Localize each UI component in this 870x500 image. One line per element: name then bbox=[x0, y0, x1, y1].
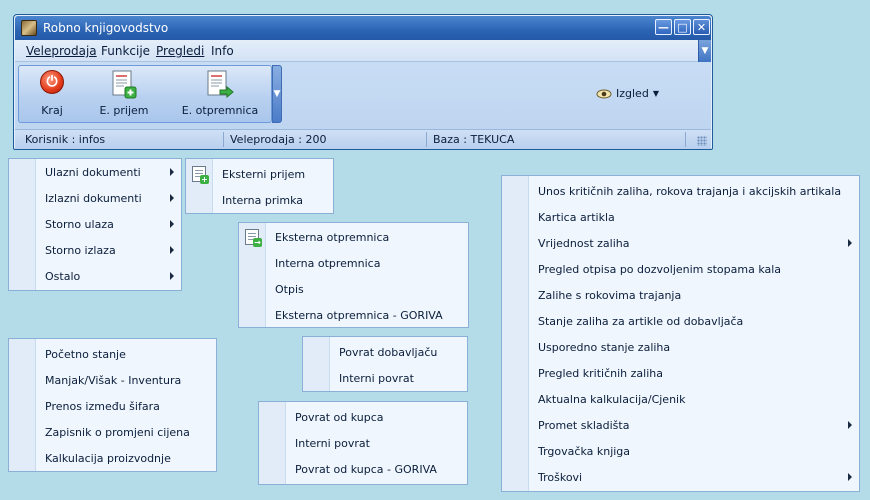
app-icon bbox=[21, 20, 37, 36]
status-korisnik: Korisnik : infos bbox=[25, 133, 106, 146]
submenu-arrow-icon bbox=[170, 220, 174, 228]
menu-item-aktualna-kalkulacija[interactable]: Aktualna kalkulacija/Cjenik bbox=[502, 386, 859, 412]
submenu-arrow-icon bbox=[170, 272, 174, 280]
dropdown-arrow-icon: ▼ bbox=[652, 89, 659, 98]
submenu-arrow-icon bbox=[170, 246, 174, 254]
window-title: Robno knjigovodstvo bbox=[43, 21, 169, 35]
document-add-icon: + bbox=[192, 166, 209, 184]
izgled-dropdown[interactable]: Izgled ▼ bbox=[596, 87, 659, 100]
toolbar-overflow-chevron-icon[interactable]: ▼ bbox=[272, 65, 282, 123]
menu-item-eksterna-otpremnica[interactable]: → Eksterna otpremnica bbox=[239, 224, 468, 250]
menu-storno-izlaza: Povrat od kupca Interni povrat Povrat od… bbox=[258, 401, 468, 485]
menu-item-unos-kriticnih-zaliha[interactable]: Unos kritičnih zaliha, rokova trajanja i… bbox=[502, 178, 859, 204]
menu-item-interni-povrat[interactable]: Interni povrat bbox=[259, 430, 467, 456]
maximize-button[interactable]: □ bbox=[674, 19, 691, 35]
e-prijem-button[interactable]: E. prijem bbox=[91, 66, 157, 122]
menu-item-zapisnik-o-promjeni-cijena[interactable]: Zapisnik o promjeni cijena bbox=[9, 419, 216, 445]
main-window: Robno knjigovodstvo — □ ✕ Veleprodaja Fu… bbox=[13, 14, 713, 150]
resize-grip-icon[interactable] bbox=[697, 136, 707, 146]
menu-pregledi: Unos kritičnih zaliha, rokova trajanja i… bbox=[501, 175, 860, 492]
menu-item-promet-skladista[interactable]: Promet skladišta bbox=[502, 412, 859, 438]
izgled-label: Izgled bbox=[616, 87, 649, 100]
e-prijem-label: E. prijem bbox=[99, 104, 149, 117]
menu-item-pregled-kriticnih-zaliha[interactable]: Pregled kritičnih zaliha bbox=[502, 360, 859, 386]
document-add-icon bbox=[112, 70, 137, 99]
eye-icon bbox=[596, 89, 612, 98]
submenu-arrow-icon bbox=[170, 168, 174, 176]
menu-item-zalihe-s-rokovima-trajanja[interactable]: Zalihe s rokovima trajanja bbox=[502, 282, 859, 308]
menu-pregledi[interactable]: Pregledi bbox=[156, 44, 204, 58]
e-otpremnica-label: E. otpremnica bbox=[181, 104, 259, 117]
menu-item-trgovacka-knjiga[interactable]: Trgovačka knjiga bbox=[502, 438, 859, 464]
menu-item-eksterni-prijem[interactable]: + Eksterni prijem bbox=[186, 161, 333, 187]
menu-item-povrat-dobavljacu[interactable]: Povrat dobavljaču bbox=[303, 339, 467, 365]
submenu-arrow-icon bbox=[170, 194, 174, 202]
menu-item-povrat-od-kupca[interactable]: Povrat od kupca bbox=[259, 404, 467, 430]
kraj-label: Kraj bbox=[41, 104, 63, 117]
submenu-arrow-icon bbox=[848, 421, 852, 429]
document-send-icon: → bbox=[245, 229, 262, 247]
menu-item-pocetno-stanje[interactable]: Početno stanje bbox=[9, 341, 216, 367]
status-bar: Korisnik : infos Veleprodaja : 200 Baza … bbox=[15, 129, 711, 149]
menu-info[interactable]: Info bbox=[211, 44, 234, 58]
menu-ostalo: Početno stanje Manjak/Višak - Inventura … bbox=[8, 338, 217, 472]
menu-item-povrat-od-kupca-goriva[interactable]: Povrat od kupca - GORIVA bbox=[259, 456, 467, 482]
submenu-arrow-icon bbox=[848, 239, 852, 247]
menu-item-troskovi[interactable]: Troškovi bbox=[502, 464, 859, 490]
kraj-button[interactable]: ⏻ Kraj bbox=[27, 66, 77, 122]
status-veleprodaja: Veleprodaja : 200 bbox=[230, 133, 327, 146]
e-otpremnica-button[interactable]: E. otpremnica bbox=[175, 66, 265, 122]
menu-item-otpis[interactable]: Otpis bbox=[239, 276, 468, 302]
toolbar: ⏻ Kraj E. prijem E. otpremnica bbox=[18, 65, 272, 123]
menu-ulazni-dokumenti: + Eksterni prijem Interna primka bbox=[185, 158, 334, 214]
minimize-button[interactable]: — bbox=[655, 19, 672, 35]
menu-funkcije[interactable]: Funkcije bbox=[101, 44, 150, 58]
menu-storno-ulaza: Povrat dobavljaču Interni povrat bbox=[302, 336, 468, 392]
menu-item-eksterna-otpremnica-goriva[interactable]: Eksterna otpremnica - GORIVA bbox=[239, 302, 468, 328]
power-icon: ⏻ bbox=[40, 70, 64, 94]
menu-item-manjak-visak-inventura[interactable]: Manjak/Višak - Inventura bbox=[9, 367, 216, 393]
menu-bar: Veleprodaja Funkcije Pregledi Info ▼ bbox=[15, 40, 711, 62]
menu-item-ulazni-dokumenti[interactable]: Ulazni dokumenti bbox=[9, 159, 181, 185]
menu-overflow-chevron-icon[interactable]: ▼ bbox=[698, 40, 711, 62]
menu-item-ostalo[interactable]: Ostalo bbox=[9, 263, 181, 289]
menu-item-interni-povrat[interactable]: Interni povrat bbox=[303, 365, 467, 391]
menu-item-vrijednost-zaliha[interactable]: Vrijednost zaliha bbox=[502, 230, 859, 256]
menu-izlazni-dokumenti: → Eksterna otpremnica Interna otpremnica… bbox=[238, 222, 469, 328]
title-bar[interactable]: Robno knjigovodstvo — □ ✕ bbox=[15, 16, 711, 40]
status-baza: Baza : TEKUCA bbox=[433, 133, 515, 146]
menu-item-interna-otpremnica[interactable]: Interna otpremnica bbox=[239, 250, 468, 276]
menu-item-interna-primka[interactable]: Interna primka bbox=[186, 187, 333, 213]
menu-item-storno-ulaza[interactable]: Storno ulaza bbox=[9, 211, 181, 237]
menu-main: Ulazni dokumenti Izlazni dokumenti Storn… bbox=[8, 158, 182, 291]
menu-item-pregled-otpisa[interactable]: Pregled otpisa po dozvoljenim stopama ka… bbox=[502, 256, 859, 282]
document-send-icon bbox=[207, 70, 234, 99]
menu-item-kalkulacija-proizvodnje[interactable]: Kalkulacija proizvodnje bbox=[9, 445, 216, 471]
close-button[interactable]: ✕ bbox=[693, 19, 710, 35]
menu-item-prenos-izmedu-sifara[interactable]: Prenos između šifara bbox=[9, 393, 216, 419]
menu-item-stanje-zaliha-od-dobavljaca[interactable]: Stanje zaliha za artikle od dobavljača bbox=[502, 308, 859, 334]
menu-item-storno-izlaza[interactable]: Storno izlaza bbox=[9, 237, 181, 263]
menu-veleprodaja[interactable]: Veleprodaja bbox=[26, 44, 97, 58]
menu-item-izlazni-dokumenti[interactable]: Izlazni dokumenti bbox=[9, 185, 181, 211]
menu-item-usporedno-stanje-zaliha[interactable]: Usporedno stanje zaliha bbox=[502, 334, 859, 360]
menu-item-kartica-artikla[interactable]: Kartica artikla bbox=[502, 204, 859, 230]
submenu-arrow-icon bbox=[848, 473, 852, 481]
